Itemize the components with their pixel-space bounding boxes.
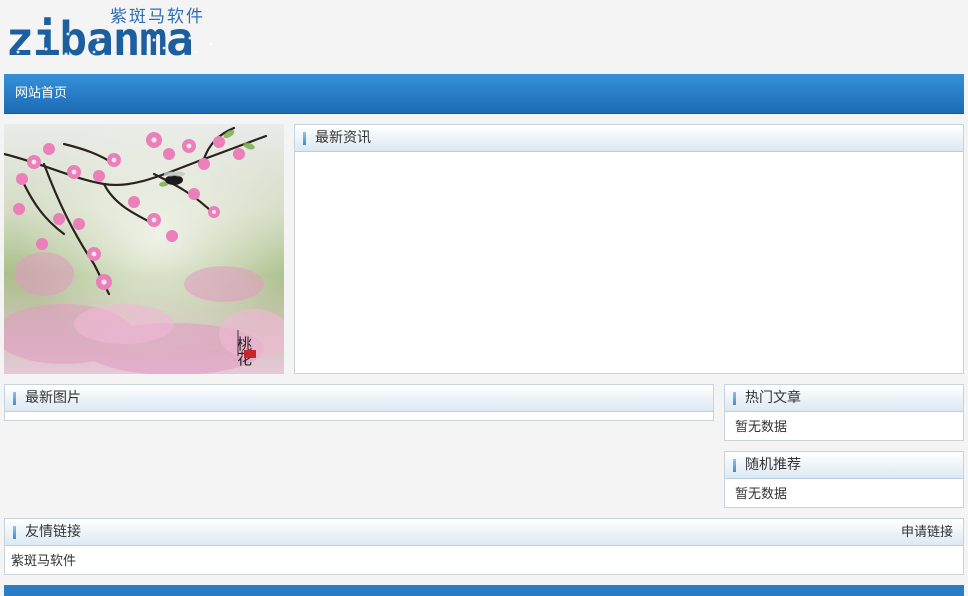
friend-link[interactable]: 紫斑马软件 — [11, 554, 76, 569]
panel-title: 热门文章 — [745, 390, 801, 406]
footer-bar — [4, 585, 964, 596]
nav-home[interactable]: 网站首页 — [4, 74, 78, 114]
latest-pictures-panel: 最新图片 — [4, 384, 714, 421]
apply-link-button[interactable]: 申请链接 — [901, 519, 953, 546]
panel-header: 热门文章 — [725, 385, 963, 412]
friend-links-panel: 友情链接 申请链接 紫斑马软件 — [4, 518, 964, 575]
panel-header: 最新图片 — [5, 385, 713, 412]
links-list: 紫斑马软件 — [5, 546, 963, 578]
empty-message: 暂无数据 — [735, 420, 788, 435]
panel-header: 最新资讯 — [295, 125, 963, 152]
panel-header: 友情链接 申请链接 — [5, 519, 963, 546]
empty-message: 暂无数据 — [735, 487, 788, 502]
header-marker-icon — [733, 459, 736, 472]
latest-news-panel: 最新资讯 — [294, 124, 964, 374]
header-marker-icon — [303, 132, 306, 145]
random-picks-panel: 随机推荐 暂无数据 — [724, 451, 964, 508]
peach-blossom-image: 桃花 — [4, 124, 284, 374]
main-nav: 网站首页 — [4, 74, 964, 114]
header-marker-icon — [13, 392, 16, 405]
header-marker-icon — [733, 392, 736, 405]
hot-articles-panel: 热门文章 暂无数据 — [724, 384, 964, 441]
panel-header: 随机推荐 — [725, 452, 963, 479]
site-logo[interactable]: 紫斑马软件 zibanma — [6, 2, 226, 64]
hero-image: 桃花 — [4, 124, 284, 374]
panel-title: 随机推荐 — [745, 457, 801, 473]
panel-title: 友情链接 — [25, 524, 81, 540]
logo-english-text: zibanma — [6, 12, 194, 66]
panel-title: 最新图片 — [25, 390, 81, 406]
header-marker-icon — [13, 526, 16, 539]
panel-title: 最新资讯 — [315, 130, 371, 146]
